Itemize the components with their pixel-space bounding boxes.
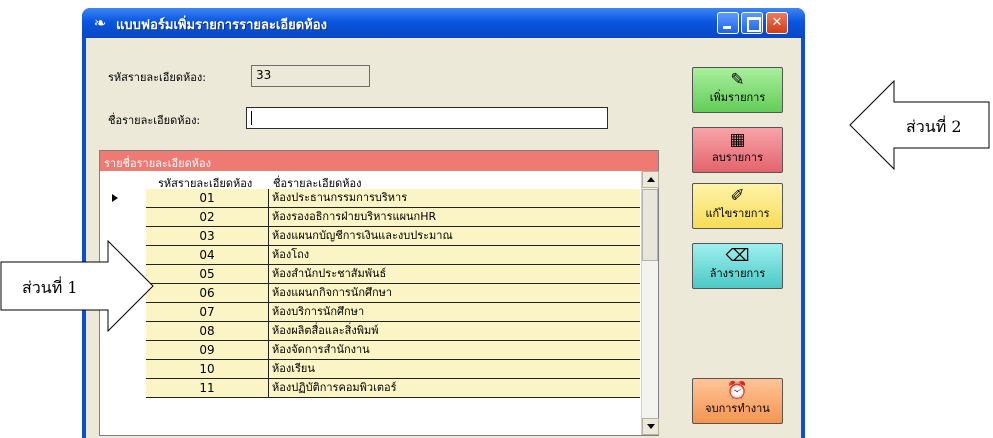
app-window: ❧ แบบฟอร์มเพิ่มรายการรายละเอียดห้อง ✕ รห… (82, 8, 805, 438)
scroll-down-button[interactable] (642, 418, 659, 435)
edit-button[interactable]: ✐ แก้ไขรายการ (692, 183, 783, 229)
delete-icon: ▦ (729, 130, 746, 150)
cell-room-name[interactable]: ห้องบริการนักศึกษา (269, 303, 640, 322)
table-row[interactable]: 04 ห้องโถง (100, 246, 640, 265)
exit-button-label: จบการทำงาน (705, 402, 770, 415)
cell-room-name[interactable]: ห้องเรียน (269, 360, 640, 379)
cell-room-name[interactable]: ห้องแผนกบัญชีการเงินและงบประมาณ (269, 227, 640, 246)
callout-part2: ส่วนที่ 2 (848, 80, 991, 170)
exit-button[interactable]: ⏰ จบการทำงาน (692, 378, 783, 424)
grid-rows: 01 ห้องประธานกรรมการบริหาร 02 ห้องรองอธิการ… (100, 189, 640, 398)
table-row[interactable]: 07 ห้องบริการนักศึกษา (100, 303, 640, 322)
form-client-area: รหัสรายละเอียดห้อง: 33 ชื่อรายละเอียดห้อ… (86, 38, 801, 438)
table-row[interactable]: 01 ห้องประธานกรรมการบริหาร (100, 189, 640, 208)
room-code-label: รหัสรายละเอียดห้อง: (108, 71, 206, 84)
arrow-up-icon (647, 177, 655, 182)
row-selector[interactable] (100, 379, 146, 398)
row-selector[interactable] (100, 189, 146, 208)
alarm-clock-icon: ⏰ (726, 381, 749, 401)
window-title: แบบฟอร์มเพิ่มรายการรายละเอียดห้อง (116, 18, 327, 33)
cell-room-code[interactable]: 02 (146, 208, 269, 227)
table-row[interactable]: 11 ห้องปฏิบัติการคอมพิวเตอร์ (100, 379, 640, 398)
cell-room-code[interactable]: 05 (146, 265, 269, 284)
cell-room-code[interactable]: 07 (146, 303, 269, 322)
cell-room-code[interactable]: 03 (146, 227, 269, 246)
callout-part1: ส่วนที่ 1 (0, 240, 155, 332)
table-row[interactable]: 08 ห้องผลิตสื่อและสิ่งพิมพ์ (100, 322, 640, 341)
callout-part1-text: ส่วนที่ 1 (22, 278, 78, 297)
maximize-button[interactable] (741, 12, 763, 34)
cell-room-name[interactable]: ห้องประธานกรรมการบริหาร (269, 189, 640, 208)
current-row-icon (112, 194, 118, 202)
table-row[interactable]: 09 ห้องจัดการสำนักงาน (100, 341, 640, 360)
add-button[interactable]: ✎ เพิ่มรายการ (692, 67, 783, 113)
cell-room-name[interactable]: ห้องสำนักประชาสัมพันธ์ (269, 265, 640, 284)
cell-room-code[interactable]: 06 (146, 284, 269, 303)
title-bar[interactable]: ❧ แบบฟอร์มเพิ่มรายการรายละเอียดห้อง ✕ (82, 8, 805, 38)
arrow-down-icon (647, 424, 655, 429)
close-button[interactable]: ✕ (766, 12, 788, 34)
text-caret (251, 110, 252, 125)
cell-room-code[interactable]: 09 (146, 341, 269, 360)
grid-header: รหัสรายละเอียดห้อง ชื่อรายละเอียดห้อง (100, 171, 640, 190)
minimize-button[interactable] (717, 12, 739, 34)
cell-room-name[interactable]: ห้องผลิตสื่อและสิ่งพิมพ์ (269, 322, 640, 341)
delete-button[interactable]: ▦ ลบรายการ (692, 127, 783, 173)
cell-room-name[interactable]: ห้องจัดการสำนักงาน (269, 341, 640, 360)
table-row[interactable]: 03 ห้องแผนกบัญชีการเงินและงบประมาณ (100, 227, 640, 246)
cell-room-code[interactable]: 04 (146, 246, 269, 265)
app-icon: ❧ (93, 14, 107, 32)
cell-room-name[interactable]: ห้องโถง (269, 246, 640, 265)
cell-room-name[interactable]: ห้องปฏิบัติการคอมพิวเตอร์ (269, 379, 640, 398)
table-row[interactable]: 10 ห้องเรียน (100, 360, 640, 379)
cell-room-code[interactable]: 10 (146, 360, 269, 379)
callout-part2-text: ส่วนที่ 2 (906, 117, 962, 136)
delete-button-label: ลบรายการ (712, 151, 763, 164)
grid-caption: รายชื่อรายละเอียดห้อง (100, 151, 658, 171)
cell-room-code[interactable]: 11 (146, 379, 269, 398)
clear-button[interactable]: ⌫ ล้างรายการ (692, 243, 783, 289)
table-row[interactable]: 05 ห้องสำนักประชาสัมพันธ์ (100, 265, 640, 284)
row-selector[interactable] (100, 360, 146, 379)
cell-room-code[interactable]: 01 (146, 189, 269, 208)
row-selector[interactable] (100, 208, 146, 227)
add-button-label: เพิ่มรายการ (709, 91, 766, 104)
eraser-icon: ⌫ (725, 246, 750, 266)
scroll-up-button[interactable] (642, 171, 659, 188)
room-name-input[interactable] (246, 107, 608, 129)
cell-room-code[interactable]: 08 (146, 322, 269, 341)
cell-room-name[interactable]: ห้องแผนกกิจการนักศึกษา (269, 284, 640, 303)
close-icon: ✕ (771, 15, 783, 30)
room-name-label: ชื่อรายละเอียดห้อง: (108, 114, 201, 127)
table-row[interactable]: 02 ห้องรองอธิการฝ่ายบริหารแผนกHR (100, 208, 640, 227)
maximize-icon (742, 13, 762, 33)
table-row[interactable]: 06 ห้องแผนกกิจการนักศึกษา (100, 284, 640, 303)
grid-scrollbar[interactable] (641, 171, 659, 435)
cell-room-name[interactable]: ห้องรองอธิการฝ่ายบริหารแผนกHR (269, 208, 640, 227)
clear-button-label: ล้างรายการ (709, 267, 766, 280)
add-icon: ✎ (730, 70, 745, 90)
minimize-icon (718, 13, 738, 33)
row-selector[interactable] (100, 341, 146, 360)
room-code-field: 33 (251, 65, 370, 87)
room-list-grid[interactable]: รายชื่อรายละเอียดห้อง รหัสรายละเอียดห้อง… (99, 150, 659, 436)
scroll-thumb[interactable] (642, 189, 658, 261)
edit-button-label: แก้ไขรายการ (705, 207, 770, 220)
edit-icon: ✐ (730, 186, 745, 206)
screenshot-stage: ❧ แบบฟอร์มเพิ่มรายการรายละเอียดห้อง ✕ รห… (0, 0, 993, 438)
